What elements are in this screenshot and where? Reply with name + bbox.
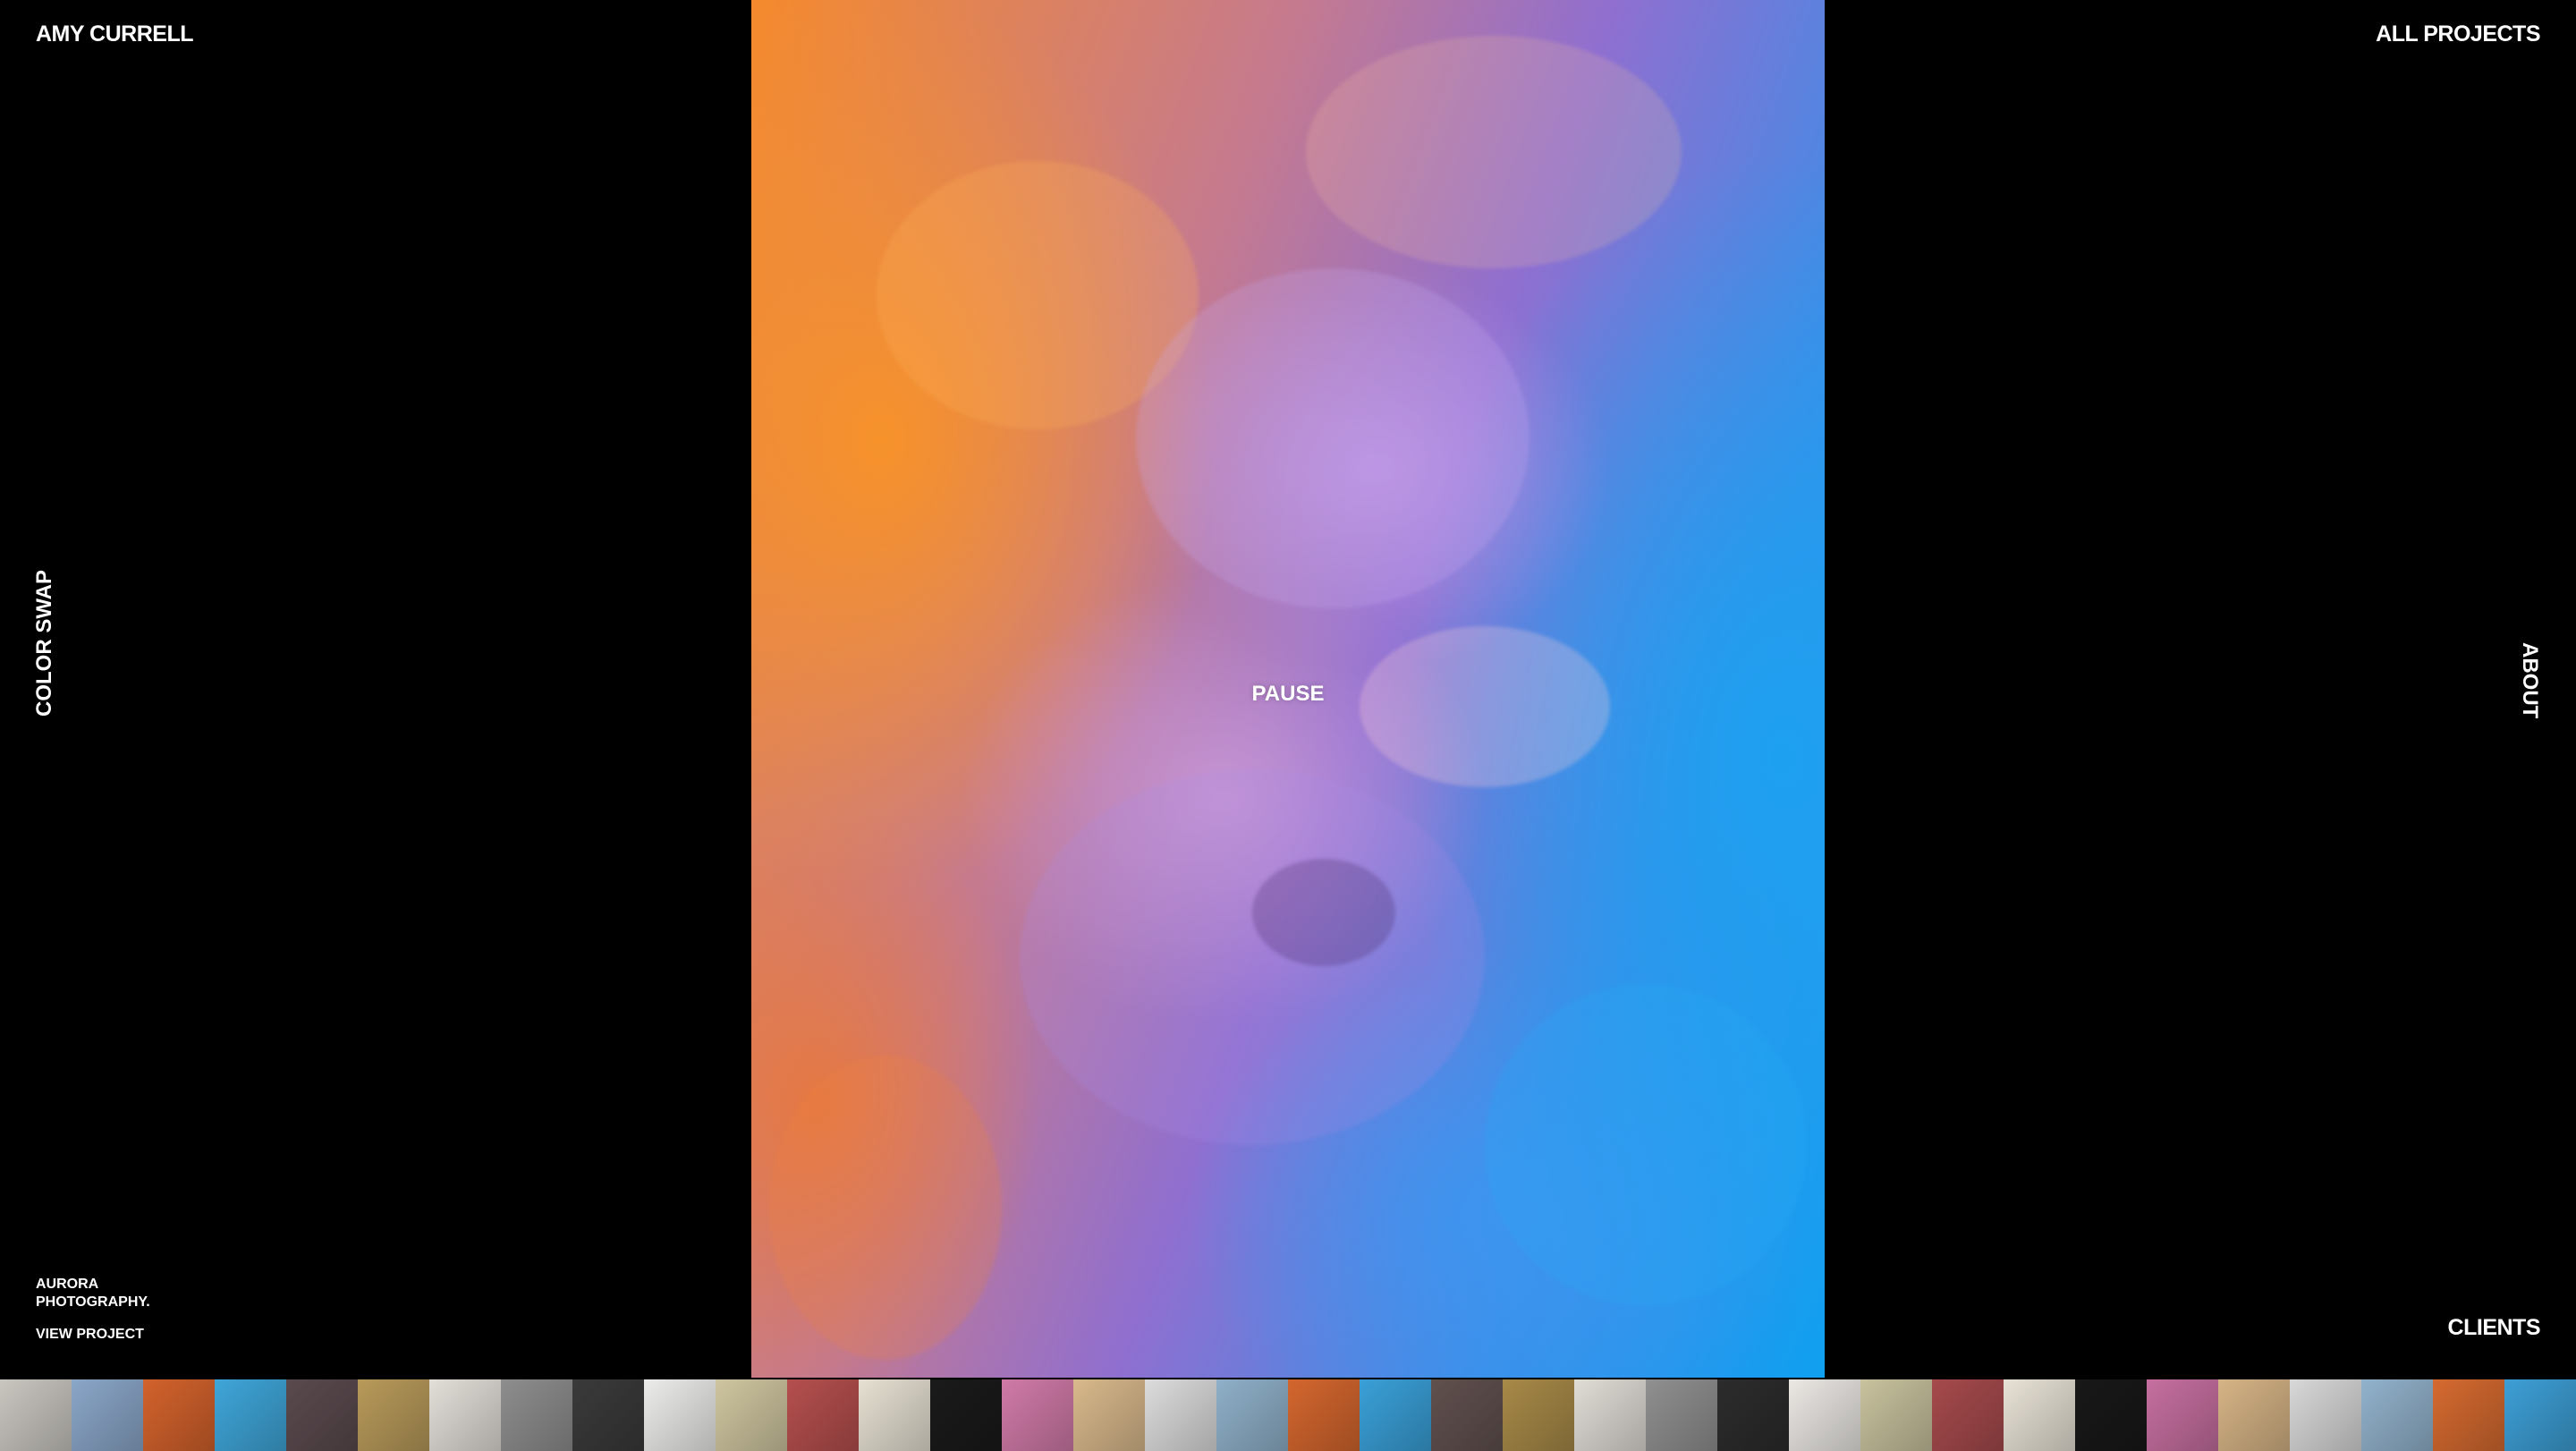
thumbnail[interactable]: [72, 1379, 143, 1451]
thumbnail[interactable]: [2075, 1379, 2147, 1451]
thumbnail[interactable]: [1789, 1379, 1860, 1451]
thumbnail[interactable]: [572, 1379, 644, 1451]
pause-button[interactable]: PAUSE: [1252, 682, 1325, 707]
thumbnail[interactable]: [2290, 1379, 2361, 1451]
thumbnail[interactable]: [358, 1379, 429, 1451]
thumbnail[interactable]: [429, 1379, 501, 1451]
thumbnail[interactable]: [286, 1379, 358, 1451]
thumbnail[interactable]: [1073, 1379, 1145, 1451]
thumbnail[interactable]: [2218, 1379, 2290, 1451]
petal-highlight: [769, 1056, 1002, 1360]
thumbnail[interactable]: [2147, 1379, 2218, 1451]
thumbnail[interactable]: [2504, 1379, 2576, 1451]
clients-link[interactable]: CLIENTS: [2448, 1315, 2541, 1341]
thumbnail[interactable]: [1932, 1379, 2004, 1451]
petal-highlight: [1306, 36, 1682, 268]
thumbnail[interactable]: [2004, 1379, 2075, 1451]
thumbnail[interactable]: [1503, 1379, 1574, 1451]
thumbnail[interactable]: [0, 1379, 72, 1451]
hero-image: PAUSE: [751, 0, 1825, 1378]
thumbnail[interactable]: [1288, 1379, 1360, 1451]
petal-highlight: [1485, 984, 1807, 1306]
project-info: AURORA PHOTOGRAPHY. VIEW PROJECT: [36, 1276, 197, 1344]
all-projects-link[interactable]: ALL PROJECTS: [2376, 21, 2540, 47]
thumbnail[interactable]: [1646, 1379, 1717, 1451]
project-title: AURORA PHOTOGRAPHY.: [36, 1277, 150, 1310]
thumbnail[interactable]: [501, 1379, 572, 1451]
thumbnail[interactable]: [1860, 1379, 1932, 1451]
petal-highlight: [1020, 769, 1485, 1145]
thumbnail[interactable]: [1431, 1379, 1503, 1451]
thumbnail[interactable]: [930, 1379, 1002, 1451]
thumbnail[interactable]: [787, 1379, 859, 1451]
thumbnail[interactable]: [1360, 1379, 1431, 1451]
view-project-link[interactable]: VIEW PROJECT: [36, 1326, 197, 1344]
brand-logo-link[interactable]: AMY CURRELL: [36, 21, 193, 47]
thumbnail[interactable]: [1574, 1379, 1646, 1451]
thumbnail[interactable]: [644, 1379, 716, 1451]
thumbnail[interactable]: [859, 1379, 930, 1451]
thumbnail[interactable]: [2361, 1379, 2433, 1451]
petal-shadow: [1252, 859, 1395, 966]
thumbnail[interactable]: [1216, 1379, 1288, 1451]
thumbnail[interactable]: [1717, 1379, 1789, 1451]
petal-highlight: [1136, 268, 1530, 608]
color-swap-toggle[interactable]: COLOR SWAP: [32, 570, 57, 717]
thumbnail[interactable]: [1145, 1379, 1216, 1451]
petal-highlight: [1360, 626, 1610, 787]
thumbnail[interactable]: [1002, 1379, 1073, 1451]
thumbnail[interactable]: [143, 1379, 215, 1451]
thumbnail[interactable]: [215, 1379, 286, 1451]
about-link[interactable]: ABOUT: [2517, 642, 2542, 718]
thumbnail-strip: [0, 1379, 2576, 1451]
thumbnail[interactable]: [716, 1379, 787, 1451]
thumbnail[interactable]: [2433, 1379, 2504, 1451]
